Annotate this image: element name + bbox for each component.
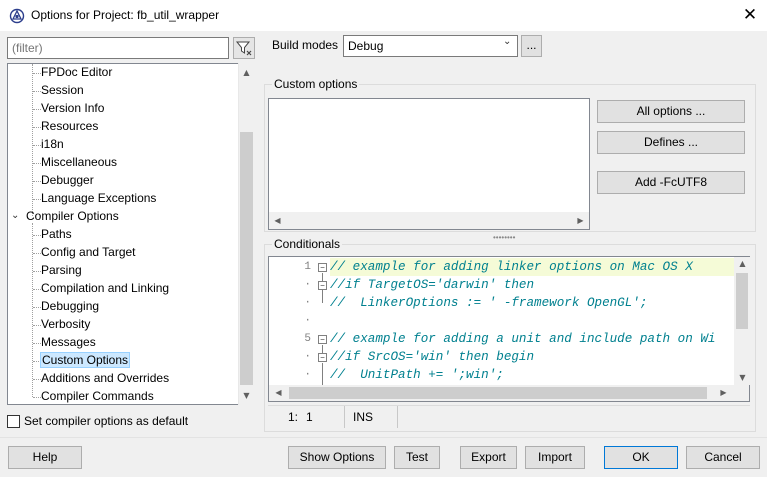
build-modes-edit-button[interactable]: ... — [521, 35, 542, 57]
set-default-checkbox[interactable] — [7, 415, 20, 428]
tree-item-paths[interactable]: Paths — [41, 225, 72, 243]
tree-item-messages[interactable]: Messages — [41, 333, 96, 351]
build-modes-select[interactable]: Debug — [343, 35, 518, 57]
tree-item-compiler-options[interactable]: Compiler Options — [26, 207, 119, 225]
set-default-label: Set compiler options as default — [24, 414, 189, 428]
custom-options-hscrollbar[interactable] — [269, 212, 589, 229]
line-number: 1 — [304, 261, 311, 273]
filter-input[interactable] — [7, 37, 229, 59]
chevron-down-icon: ⌄ — [503, 36, 512, 47]
code-line: // example for adding a unit and include… — [330, 332, 716, 346]
show-options-button[interactable]: Show Options — [288, 446, 386, 469]
help-button[interactable]: Help — [8, 446, 82, 469]
chevron-down-icon[interactable]: ⌄ — [11, 210, 19, 221]
scroll-down-arrow-icon[interactable]: ▼ — [238, 391, 255, 400]
code-line: // LinkerOptions := ' -framework OpenGL'… — [330, 296, 648, 310]
fold-collapse-icon[interactable]: − — [318, 263, 327, 272]
tree-item-verbosity[interactable]: Verbosity — [41, 315, 90, 333]
add-fcutf8-button[interactable]: Add -FcUTF8 — [597, 171, 745, 194]
splitter-handle[interactable]: •••••••• — [493, 233, 515, 242]
scroll-right-arrow-icon[interactable]: ▶ — [572, 216, 589, 225]
code-line: //if SrcOS='win' then begin — [330, 350, 535, 364]
line-number: · — [304, 279, 311, 291]
editor-hscrollbar-thumb[interactable] — [289, 387, 707, 399]
insert-mode: INS — [353, 410, 374, 424]
ok-button[interactable]: OK — [604, 446, 678, 469]
code-line: //if TargetOS='darwin' then — [330, 278, 535, 292]
line-number: · — [304, 297, 311, 309]
tree-item-i18n[interactable]: i18n — [41, 135, 64, 153]
build-modes-label: Build modes — [272, 38, 339, 52]
line-number-gutter: 1 · · · 5 · · — [269, 257, 317, 387]
line-number: 5 — [304, 333, 311, 345]
tree-item-additions-and-overrides[interactable]: Additions and Overrides — [41, 369, 169, 387]
tree-item-compilation-and-linking[interactable]: Compilation and Linking — [41, 279, 169, 297]
fold-collapse-icon[interactable]: − — [318, 281, 327, 290]
scroll-left-arrow-icon[interactable]: ◀ — [270, 388, 287, 397]
tree-item-resources[interactable]: Resources — [41, 117, 98, 135]
tree-item-fpdoc-editor[interactable]: FPDoc Editor — [41, 64, 112, 81]
lazarus-app-icon — [9, 8, 25, 24]
cancel-button[interactable]: Cancel — [686, 446, 760, 469]
tree-item-debugging[interactable]: Debugging — [41, 297, 99, 315]
editor-statusbar — [268, 405, 750, 429]
custom-options-title: Custom options — [272, 77, 360, 91]
line-number: · — [304, 315, 311, 327]
filter-funnel-icon[interactable] — [233, 37, 255, 59]
code-line: // example for adding linker options on … — [330, 258, 749, 276]
tree-item-custom-options[interactable]: Custom Options — [39, 351, 131, 369]
tree-item-miscellaneous[interactable]: Miscellaneous — [41, 153, 117, 171]
tree-item-parsing[interactable]: Parsing — [41, 261, 82, 279]
scroll-down-arrow-icon[interactable]: ▼ — [734, 373, 751, 382]
line-number: · — [304, 351, 311, 363]
conditionals-title: Conditionals — [272, 237, 343, 251]
scroll-right-arrow-icon[interactable]: ▶ — [715, 388, 732, 397]
test-button[interactable]: Test — [394, 446, 440, 469]
scroll-up-arrow-icon[interactable]: ▲ — [238, 68, 255, 77]
cursor-column: 1 — [306, 410, 313, 424]
fold-collapse-icon[interactable]: − — [318, 353, 327, 362]
close-icon[interactable]: ✕ — [735, 1, 765, 29]
defines-button[interactable]: Defines ... — [597, 131, 745, 154]
import-button[interactable]: Import — [525, 446, 585, 469]
tree-item-session[interactable]: Session — [41, 81, 84, 99]
tree-item-config-and-target[interactable]: Config and Target — [41, 243, 136, 261]
scroll-left-arrow-icon[interactable]: ◀ — [269, 216, 286, 225]
tree-item-version-info[interactable]: Version Info — [41, 99, 104, 117]
tree-item-debugger[interactable]: Debugger — [41, 171, 94, 189]
fold-collapse-icon[interactable]: − — [318, 335, 327, 344]
tree-scrollbar-thumb[interactable] — [240, 132, 253, 385]
export-button[interactable]: Export — [460, 446, 517, 469]
editor-vscrollbar-thumb[interactable] — [736, 273, 748, 329]
tree-item-compiler-commands[interactable]: Compiler Commands — [41, 387, 154, 404]
cursor-line: 1: — [288, 410, 299, 424]
custom-options-textarea[interactable] — [268, 98, 590, 230]
line-number: · — [304, 369, 311, 381]
window-title: Options for Project: fb_util_wrapper — [31, 8, 220, 22]
code-line: // UnitPath += ';win'; — [330, 368, 504, 382]
options-tree: FPDoc Editor Session Version Info Resour… — [7, 63, 255, 405]
tree-item-language-exceptions[interactable]: Language Exceptions — [41, 189, 156, 207]
scroll-up-arrow-icon[interactable]: ▲ — [734, 259, 751, 268]
all-options-button[interactable]: All options ... — [597, 100, 745, 123]
conditionals-code-editor[interactable]: 1 · · · 5 · · − − − − // example for add… — [268, 256, 750, 402]
